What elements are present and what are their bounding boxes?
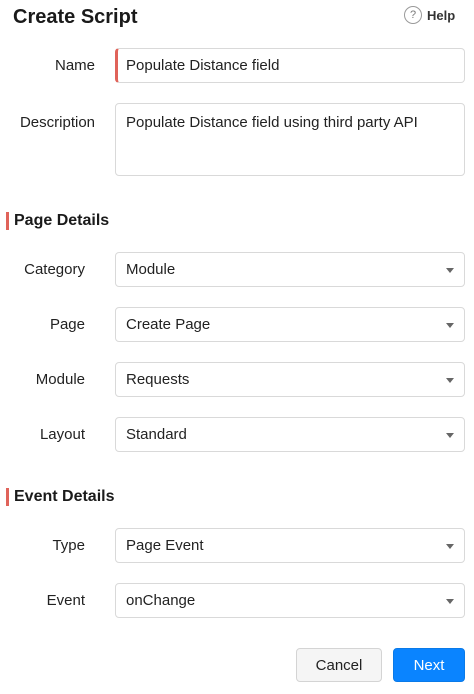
event-label: Event [46,592,85,609]
section-accent-bar [6,212,9,230]
category-select[interactable]: Module [115,252,465,287]
chevron-down-icon [446,322,454,328]
layout-value: Standard [126,426,187,443]
create-script-form: Create Script ? Help Name Populate Dista… [0,0,474,694]
name-input[interactable]: Populate Distance field [115,48,465,83]
description-label: Description [19,114,95,131]
module-select[interactable]: Requests [115,362,465,397]
chevron-down-icon [446,598,454,604]
help-label: Help [427,7,456,23]
type-value: Page Event [126,537,204,554]
name-label: Name [54,57,95,74]
type-label: Type [52,537,85,554]
event-select[interactable]: onChange [115,583,465,618]
page-title: Create Script [13,6,138,28]
layout-select[interactable]: Standard [115,417,465,452]
description-textarea[interactable]: Populate Distance field using third part… [115,103,465,176]
layout-label: Layout [39,426,85,443]
module-value: Requests [126,371,190,388]
chevron-down-icon [446,432,454,438]
chevron-down-icon [446,543,454,549]
next-button[interactable]: Next [393,648,465,682]
category-value: Module [126,261,176,278]
cancel-button[interactable]: Cancel [296,648,382,682]
page-select[interactable]: Create Page [115,307,465,342]
page-label: Page [49,316,85,333]
chevron-down-icon [446,377,454,383]
description-value: Populate Distance field using third part… [126,114,418,131]
page-details-heading: Page Details [6,211,109,231]
type-select[interactable]: Page Event [115,528,465,563]
category-label: Category [24,261,85,278]
help-link[interactable]: ? Help [404,5,455,25]
question-circle-icon: ? [404,6,422,24]
event-details-title: Event Details [14,488,115,505]
event-value: onChange [126,592,196,609]
page-details-title: Page Details [14,212,110,229]
event-details-heading: Event Details [6,487,114,507]
module-label: Module [35,371,85,388]
chevron-down-icon [446,267,454,273]
name-value: Populate Distance field [126,57,280,74]
section-accent-bar [6,488,9,506]
page-value: Create Page [126,316,211,333]
